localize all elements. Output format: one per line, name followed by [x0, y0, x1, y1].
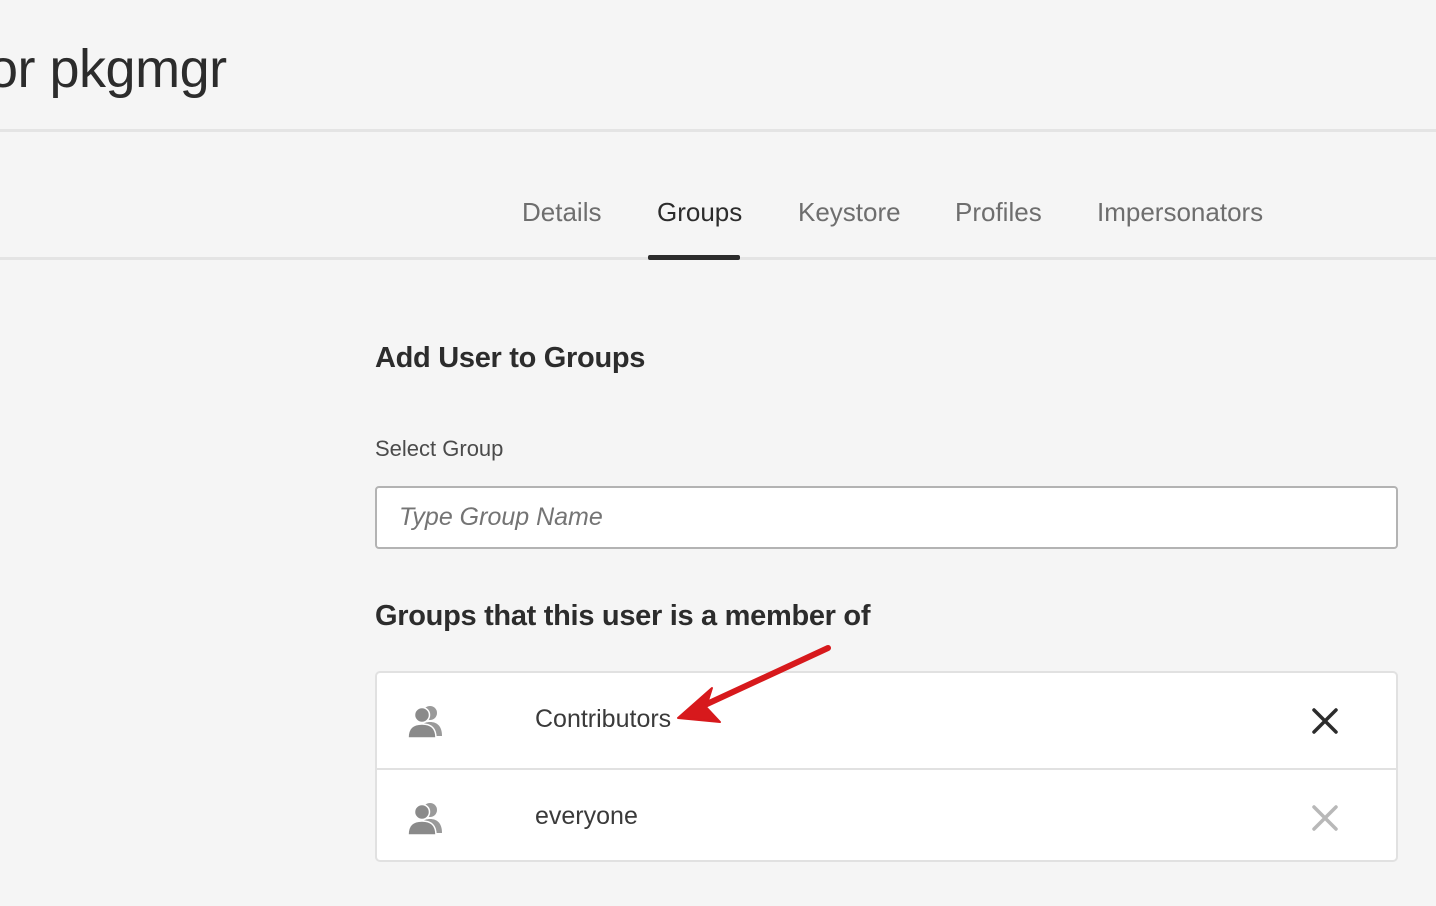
close-icon: [1312, 805, 1338, 831]
member-groups-heading: Groups that this user is a member of: [375, 600, 871, 632]
group-name-input[interactable]: [375, 486, 1398, 549]
group-list: Contributors everyone: [375, 671, 1398, 862]
tab-groups[interactable]: Groups: [657, 192, 742, 232]
tab-profiles[interactable]: Profiles: [955, 192, 1042, 232]
close-icon[interactable]: [1307, 703, 1343, 739]
tab-keystore[interactable]: Keystore: [798, 192, 901, 232]
tab-bar: Details Groups Keystore Profiles Imperso…: [0, 132, 1436, 260]
select-group-label: Select Group: [375, 436, 504, 461]
page-title: or pkgmgr: [0, 39, 227, 99]
tab-impersonators[interactable]: Impersonators: [1097, 192, 1263, 232]
add-groups-heading: Add User to Groups: [375, 342, 646, 374]
user-group-icon: [407, 706, 442, 739]
tab-details[interactable]: Details: [522, 192, 601, 232]
page-header: or pkgmgr: [0, 0, 1436, 132]
user-groups-page: or pkgmgr Details Groups Keystore Profil…: [0, 0, 1436, 906]
active-tab-indicator: [648, 255, 740, 260]
group-name: everyone: [535, 802, 638, 830]
group-name: Contributors: [535, 705, 672, 733]
list-item: Contributors: [377, 673, 1396, 768]
list-item: everyone: [377, 768, 1396, 863]
user-group-icon: [407, 803, 442, 836]
